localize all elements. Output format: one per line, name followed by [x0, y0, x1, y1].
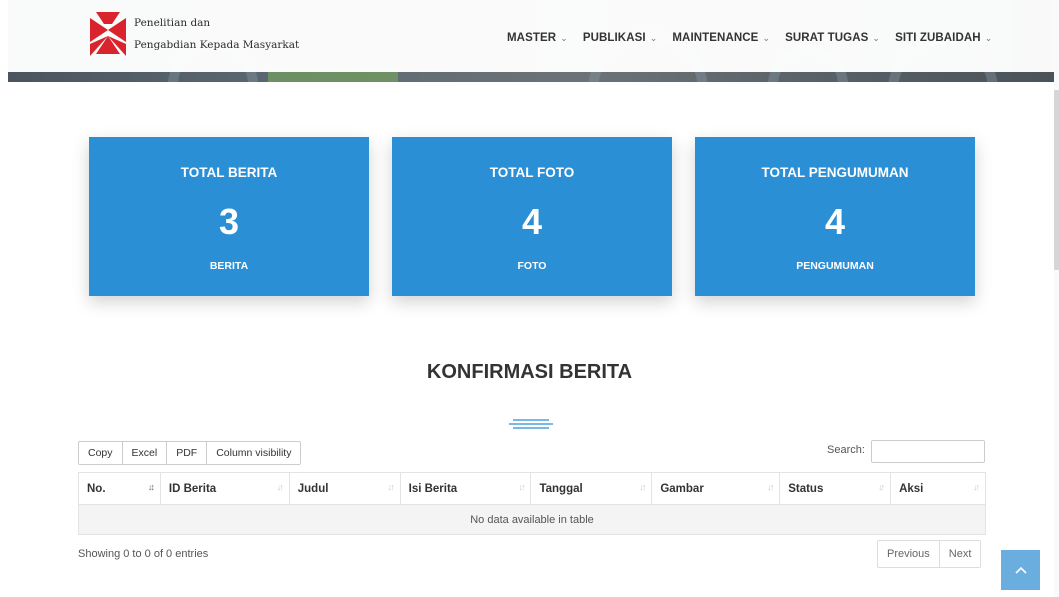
top-navbar: Penelitian dan Pengabdian Kepada Masyark…: [8, 0, 1054, 72]
next-page-button[interactable]: Next: [938, 540, 982, 568]
column-header-label: No.: [87, 482, 106, 495]
column-header-label: Isi Berita: [408, 482, 458, 495]
main-menu: MASTER ⌄ PUBLIKASI ⌄ MAINTENANCE ⌄ SURAT…: [507, 32, 1007, 44]
brand[interactable]: Penelitian dan Pengabdian Kepada Masyark…: [88, 10, 299, 60]
brand-line-1: Penelitian dan: [134, 17, 211, 29]
column-header-aksi[interactable]: Aksi ↓↑: [890, 472, 986, 505]
sort-arrows-icon: ↓↑: [878, 482, 885, 492]
column-visibility-button[interactable]: Column visibility: [206, 441, 302, 465]
menu-maintenance-label: MAINTENANCE: [672, 32, 759, 44]
column-header-label: Judul: [297, 482, 329, 495]
excel-button[interactable]: Excel: [121, 441, 168, 465]
sort-arrows-icon: ↓↑: [973, 482, 980, 492]
stat-unit: PENGUMUMAN: [796, 260, 874, 272]
triple-line-divider-icon: [509, 419, 553, 429]
sort-arrows-icon: ↓↑: [276, 482, 284, 492]
column-header-judul[interactable]: Judul ↓↑: [288, 472, 401, 505]
column-header-label: Aksi: [899, 482, 924, 495]
stat-title: TOTAL BERITA: [180, 165, 278, 180]
table-info: Showing 0 to 0 of 0 entries: [78, 548, 209, 560]
sort-arrows-icon: ↓↑: [639, 482, 646, 492]
column-header-id-berita[interactable]: ID Berita ↓↑: [159, 472, 290, 505]
column-header-isi-berita[interactable]: Isi Berita ↓↑: [399, 472, 532, 505]
sort-arrows-icon: ↓↑: [767, 482, 774, 492]
pagination: Previous Next: [877, 540, 982, 568]
section-title: KONFIRMASI BERITA: [426, 361, 633, 383]
stat-value: 3: [218, 201, 240, 242]
menu-surat-tugas-label: SURAT TUGAS: [785, 32, 869, 44]
menu-user[interactable]: SITI ZUBAIDAH ⌄: [895, 32, 992, 44]
stat-title: TOTAL FOTO: [489, 165, 575, 180]
pdf-button[interactable]: PDF: [166, 441, 208, 465]
brand-line-2: Pengabdian Kepada Masyarkat: [134, 39, 300, 51]
stat-card-berita: TOTAL BERITA 3 BERITA: [89, 137, 369, 296]
column-header-status[interactable]: Status ↓↑: [779, 472, 892, 505]
menu-maintenance[interactable]: MAINTENANCE ⌄: [672, 32, 770, 44]
back-to-top-button[interactable]: [1001, 550, 1040, 590]
chevron-down-icon: ⌄: [872, 32, 881, 43]
chevron-down-icon: ⌄: [762, 32, 771, 43]
menu-user-label: SITI ZUBAIDAH: [895, 32, 981, 44]
stat-cards: TOTAL BERITA 3 BERITA TOTAL FOTO 4 FOTO …: [89, 137, 975, 297]
export-buttons: Copy Excel PDF Column visibility: [78, 441, 302, 465]
sort-asc-icon: ↓↕: [147, 482, 155, 492]
column-header-label: Tanggal: [539, 482, 583, 495]
berita-table: No. ↓↕ ID Berita ↓↑ Judul ↓↑ Isi Berita …: [78, 472, 986, 535]
column-header-label: ID Berita: [168, 482, 217, 495]
university-logo-icon: [90, 12, 126, 56]
sort-arrows-icon: ↓↑: [518, 482, 525, 492]
scrollbar-thumb[interactable]: [1054, 90, 1059, 270]
chevron-down-icon: ⌄: [649, 32, 658, 43]
copy-button[interactable]: Copy: [78, 441, 123, 465]
menu-surat-tugas[interactable]: SURAT TUGAS ⌄: [785, 32, 880, 44]
column-header-tanggal[interactable]: Tanggal ↓↑: [530, 472, 653, 505]
chevron-up-icon: [1014, 566, 1027, 574]
column-header-label: Status: [788, 482, 824, 495]
column-header-no[interactable]: No. ↓↕: [78, 472, 161, 505]
chevron-down-icon: ⌄: [560, 32, 568, 43]
stat-card-foto: TOTAL FOTO 4 FOTO: [392, 137, 672, 296]
stat-unit: FOTO: [517, 260, 547, 272]
chevron-down-icon: ⌄: [984, 32, 993, 43]
table-row: No data available in table: [78, 504, 986, 535]
sort-arrows-icon: ↓↑: [387, 482, 395, 492]
menu-publikasi[interactable]: PUBLIKASI ⌄: [583, 32, 658, 44]
stat-card-pengumuman: TOTAL PENGUMUMAN 4 PENGUMUMAN: [695, 137, 975, 296]
menu-master[interactable]: MASTER ⌄: [507, 32, 568, 44]
brand-text: Penelitian dan Pengabdian Kepada Masyark…: [134, 10, 299, 52]
column-header-gambar[interactable]: Gambar ↓↑: [651, 472, 781, 505]
stat-value: 4: [824, 201, 846, 242]
stat-title: TOTAL PENGUMUMAN: [761, 165, 909, 180]
search-label: Search:: [827, 444, 865, 456]
empty-table-message: No data available in table: [78, 504, 986, 535]
menu-master-label: MASTER: [507, 32, 557, 44]
stat-value: 4: [521, 201, 543, 242]
column-header-label: Gambar: [660, 482, 704, 495]
table-header-row: No. ↓↕ ID Berita ↓↑ Judul ↓↑ Isi Berita …: [78, 472, 986, 505]
stat-unit: BERITA: [209, 260, 249, 272]
menu-publikasi-label: PUBLIKASI: [582, 32, 646, 44]
previous-page-button[interactable]: Previous: [877, 540, 940, 568]
search-input[interactable]: [871, 440, 985, 463]
